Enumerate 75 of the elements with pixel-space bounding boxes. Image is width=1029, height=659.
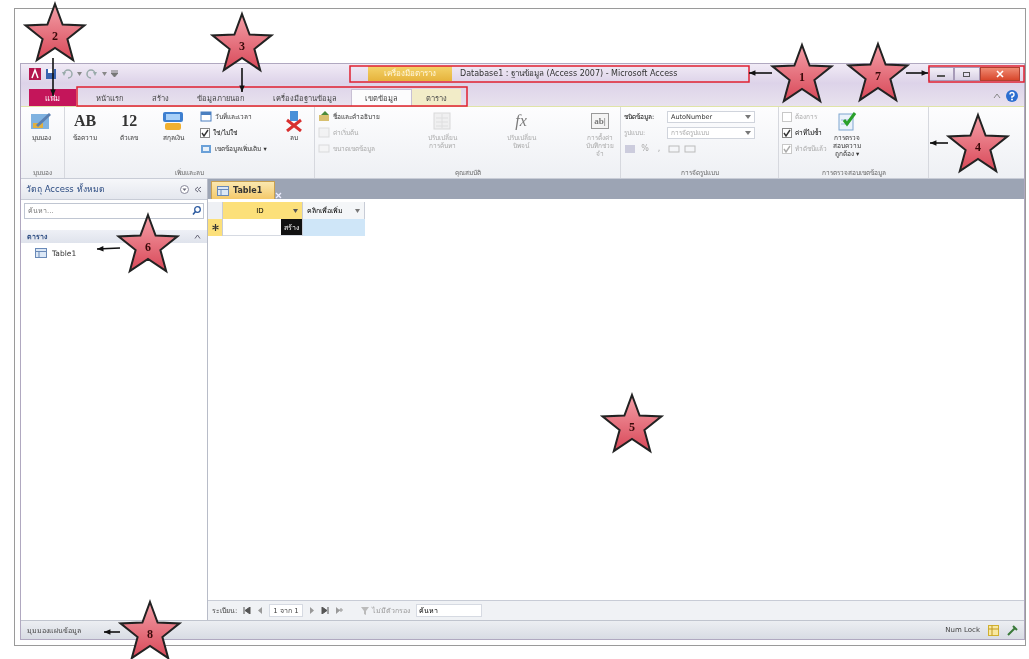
table-cell[interactable] [303,219,365,236]
table-icon [217,185,229,196]
field-type-icon: fx [515,110,527,132]
field-type-icon: AB [73,110,97,132]
callout-number: 3 [239,39,245,53]
calendar-icon [200,111,213,122]
new-record-icon [211,224,219,231]
checkbox[interactable] [782,127,792,138]
arrow [103,629,121,635]
star-callout [769,42,835,104]
star-callout [845,41,911,103]
collapse-pane-icon[interactable] [194,185,202,193]
table-icon [35,248,47,258]
arrow [905,70,929,76]
lookup-icon [432,111,452,131]
decrease-decimals-icon[interactable] [684,143,696,154]
document-tab[interactable]: Table1 [211,181,276,199]
save-icon[interactable] [45,67,57,80]
first-record-icon[interactable] [243,607,252,614]
callout-number: 1 [799,70,805,84]
label-icon [318,111,330,122]
star-callout [209,11,275,73]
dropdown-circle-icon[interactable] [180,184,189,194]
field-type-icon: 12 [121,110,138,132]
fields-icon [200,143,213,154]
next-record-icon[interactable] [308,607,315,614]
arrow [748,70,773,76]
dropdown-arrow-icon [745,130,751,135]
callout-number: 5 [629,420,635,434]
field-type-icon: ab| [591,113,609,129]
star-callout [22,1,88,63]
callout-number: 2 [52,29,58,43]
default-value-icon [318,127,330,138]
last-record-icon[interactable] [320,607,329,614]
callout-number: 6 [145,240,151,254]
checkbox[interactable] [200,127,211,138]
currency-icon [162,111,185,131]
arrow [239,67,245,93]
callout-number: 8 [147,627,153,641]
collapse-ribbon-icon[interactable] [993,93,1001,99]
window-title: Database1 : ฐานข้อมูล (Access 2007) - Microsoft Access [459,68,679,81]
customize-toolbar-icon[interactable] [111,70,118,77]
star-callout [115,212,181,274]
pane-title: วัตถุ Access ทั้งหมด [26,182,105,196]
arrow [929,140,949,146]
row-selector[interactable] [208,219,223,236]
close-icon[interactable] [275,192,283,199]
dropdown-arrow-icon [355,208,360,213]
arrow [96,246,121,252]
dropdown-arrow-icon[interactable] [102,71,107,76]
restore-icon [963,70,971,77]
callout-number: 7 [875,69,881,83]
star-callout [599,392,665,454]
close-icon [996,69,1004,78]
increase-decimals-icon[interactable] [668,143,680,154]
collapse-group-icon[interactable] [194,234,201,239]
search-icon [192,206,201,215]
help-icon[interactable] [1006,90,1018,102]
dropdown-arrow-icon[interactable] [77,71,82,76]
previous-record-icon[interactable] [257,607,264,614]
star-callout [945,112,1011,174]
redo-icon[interactable] [86,67,98,80]
design-view-icon[interactable] [1007,624,1018,636]
dropdown-arrow-icon [293,208,298,213]
validation-icon [837,111,857,131]
callout-number: 4 [975,140,981,154]
app-icon[interactable] [29,67,41,80]
star-callout [117,599,183,659]
new-record-nav-icon[interactable] [334,607,343,614]
datasheet-view-icon[interactable] [988,624,999,636]
dropdown-arrow-icon [745,114,751,119]
delete-icon [284,110,303,132]
view-icon [30,111,52,131]
filter-icon [360,606,369,615]
currency-format-icon[interactable] [624,143,636,154]
